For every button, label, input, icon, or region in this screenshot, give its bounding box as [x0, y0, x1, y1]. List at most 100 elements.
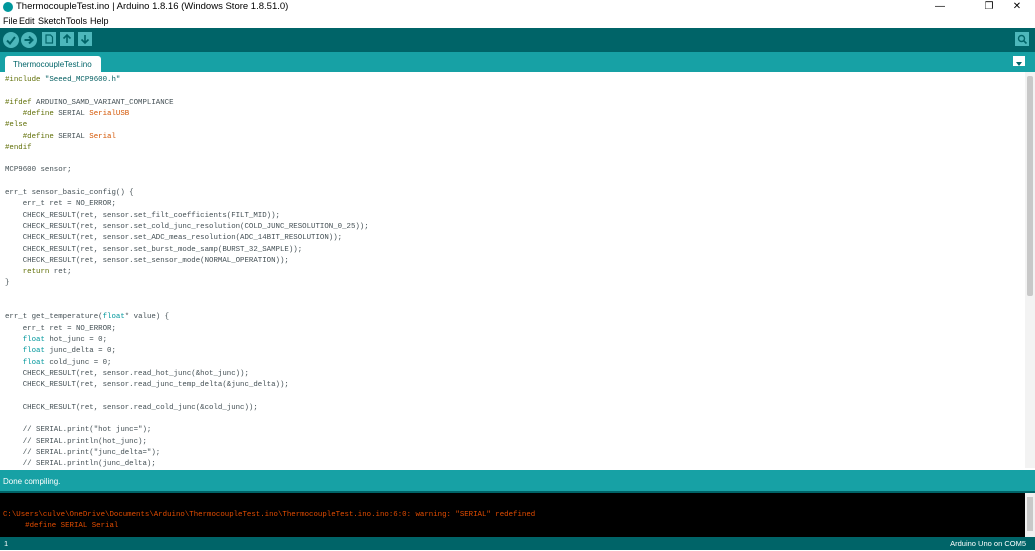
code-token: float [22, 335, 45, 344]
console-scrollbar[interactable] [1025, 493, 1035, 537]
code-token: // SERIAL.println(hot_junc); [5, 437, 147, 446]
menu-tools[interactable]: Tools [66, 14, 87, 28]
code-token: SERIAL [58, 132, 90, 141]
code-token: // SERIAL.print("junc_delta="); [5, 448, 161, 457]
status-bar: Done compiling. [0, 470, 1035, 491]
code-line[interactable]: float cold_junc = 0; [5, 358, 112, 369]
code-line[interactable]: err_t sensor_basic_config() { [5, 188, 134, 199]
code-line[interactable]: #define SERIAL SerialUSB [5, 109, 129, 120]
title-bar: ThermocoupleTest.ino | Arduino 1.8.16 (W… [0, 0, 1035, 14]
code-line[interactable]: float hot_junc = 0; [5, 335, 107, 346]
code-token: err_t sensor_basic_config() { [5, 189, 134, 197]
code-editor[interactable]: #include "Seeed_MCP9600.h" #ifdef ARDUINO… [0, 72, 1035, 470]
menu-sketch[interactable]: Sketch [38, 14, 66, 28]
code-line[interactable]: #define SERIAL Serial [5, 132, 116, 143]
tab-menu-button[interactable] [1013, 56, 1025, 66]
board-port-label: Arduino Uno on COM5 [950, 539, 1026, 548]
arduino-app-icon [3, 2, 13, 12]
code-line[interactable]: CHECK_RESULT(ret, sensor.set_ADC_meas_re… [5, 233, 342, 244]
code-line[interactable]: CHECK_RESULT(ret, sensor.set_cold_junc_r… [5, 222, 369, 233]
code-line[interactable]: CHECK_RESULT(ret, sensor.read_cold_junc(… [5, 403, 258, 414]
open-sketch-button[interactable] [60, 32, 74, 46]
code-token: CHECK_RESULT(ret, sensor.read_cold_junc(… [5, 403, 258, 412]
menu-help[interactable]: Help [90, 14, 109, 28]
code-token: CHECK_RESULT(ret, sensor.set_burst_mode_… [5, 245, 303, 254]
code-token: SerialUSB [89, 109, 130, 118]
verify-icon [6, 36, 16, 46]
code-line[interactable]: CHECK_RESULT(ret, sensor.read_junc_temp_… [5, 380, 289, 391]
code-token: #ifdef [5, 98, 37, 107]
code-line[interactable]: #include "Seeed_MCP9600.h" [5, 75, 120, 86]
code-line[interactable]: // SERIAL.print("hot junc="); [5, 425, 152, 436]
console-line: C:\Users\culve\OneDrive\Documents\Arduin… [3, 511, 536, 519]
code-token: float [102, 313, 125, 322]
code-line[interactable]: err_t ret = NO_ERROR; [5, 199, 116, 210]
code-line[interactable]: MCP9600 sensor; [5, 165, 72, 176]
code-line[interactable]: #else [5, 120, 27, 131]
code-line[interactable]: CHECK_RESULT(ret, sensor.set_sensor_mode… [5, 256, 289, 267]
code-line[interactable]: err_t ret = NO_ERROR; [5, 324, 116, 335]
console-line: #define SERIAL Serial [3, 522, 119, 530]
window-title: ThermocoupleTest.ino | Arduino 1.8.16 (W… [16, 1, 289, 12]
code-line[interactable]: // SERIAL.print("junc_delta="); [5, 448, 161, 459]
minimize-button[interactable]: — [922, 0, 958, 14]
save-sketch-button[interactable] [78, 32, 92, 46]
code-token: "Seeed_MCP9600.h" [44, 76, 121, 84]
new-sketch-button[interactable] [42, 32, 56, 46]
code-line[interactable]: return ret; [5, 267, 72, 278]
serial-monitor-button[interactable] [1015, 32, 1029, 46]
code-token: * value) { [124, 313, 170, 322]
verify-button[interactable] [3, 32, 19, 48]
code-line[interactable]: err_t get_temperature(float* value) { [5, 312, 169, 323]
code-line[interactable]: #ifdef ARDUINO_SAMD_VARIANT_COMPLIANCE [5, 98, 174, 109]
footer-bar: 1 Arduino Uno on COM5 [0, 537, 1035, 550]
code-token: SERIAL [58, 109, 90, 118]
close-button[interactable]: ✕ [999, 0, 1035, 14]
console-scrollbar-thumb[interactable] [1027, 497, 1033, 531]
code-line[interactable]: CHECK_RESULT(ret, sensor.set_filt_coeffi… [5, 211, 280, 222]
code-token: Serial [89, 132, 116, 141]
tab-thermocoupletest[interactable]: ThermocoupleTest.ino [5, 56, 101, 72]
code-token: } [5, 279, 10, 288]
line-number: 1 [4, 539, 9, 548]
code-token: err_t ret = NO_ERROR; [5, 200, 116, 209]
code-line[interactable]: #endif [5, 143, 32, 154]
code-token: MCP9600 sensor; [5, 166, 72, 175]
code-line[interactable]: // SERIAL.println(hot_junc); [5, 437, 147, 448]
menu-file[interactable]: File [3, 14, 18, 28]
code-token: CHECK_RESULT(ret, sensor.set_ADC_meas_re… [5, 234, 343, 243]
code-line[interactable]: } [5, 278, 9, 289]
code-token: cold_junc = 0; [44, 358, 112, 367]
editor-scrollbar-thumb[interactable] [1027, 76, 1033, 296]
editor-scrollbar[interactable] [1025, 72, 1035, 468]
menu-edit[interactable]: Edit [19, 14, 35, 28]
code-token: #else [5, 121, 28, 130]
code-line[interactable]: float junc_delta = 0; [5, 346, 116, 357]
code-token: ARDUINO_SAMD_VARIANT_COMPLIANCE [36, 98, 174, 107]
code-token: #include [5, 76, 45, 84]
code-token: CHECK_RESULT(ret, sensor.set_sensor_mode… [5, 256, 289, 265]
code-token: err_t ret = NO_ERROR; [5, 324, 116, 333]
code-token: float [22, 358, 45, 367]
code-token: #define [5, 109, 59, 118]
code-line[interactable]: // SERIAL.println(junc_delta); [5, 459, 156, 470]
code-token: // SERIAL.print("hot junc="); [5, 426, 152, 435]
code-line[interactable]: CHECK_RESULT(ret, sensor.set_burst_mode_… [5, 245, 302, 256]
tab-bar: ThermocoupleTest.ino [0, 52, 1035, 72]
code-token: CHECK_RESULT(ret, sensor.read_junc_temp_… [5, 381, 289, 390]
tab-label: ThermocoupleTest.ino [13, 60, 92, 69]
code-token: // SERIAL.println(junc_delta); [5, 460, 156, 469]
code-line[interactable]: CHECK_RESULT(ret, sensor.read_hot_junc(&… [5, 369, 249, 380]
code-token: junc_delta = 0; [44, 347, 116, 356]
upload-icon [24, 35, 34, 45]
upload-button[interactable] [21, 32, 37, 48]
save-sketch-icon [80, 35, 90, 45]
code-token: err_t get_temperature( [5, 313, 103, 322]
serial-monitor-icon [1017, 34, 1028, 45]
code-token: #endif [5, 143, 32, 152]
console-output: C:\Users\culve\OneDrive\Documents\Arduin… [0, 493, 1035, 537]
